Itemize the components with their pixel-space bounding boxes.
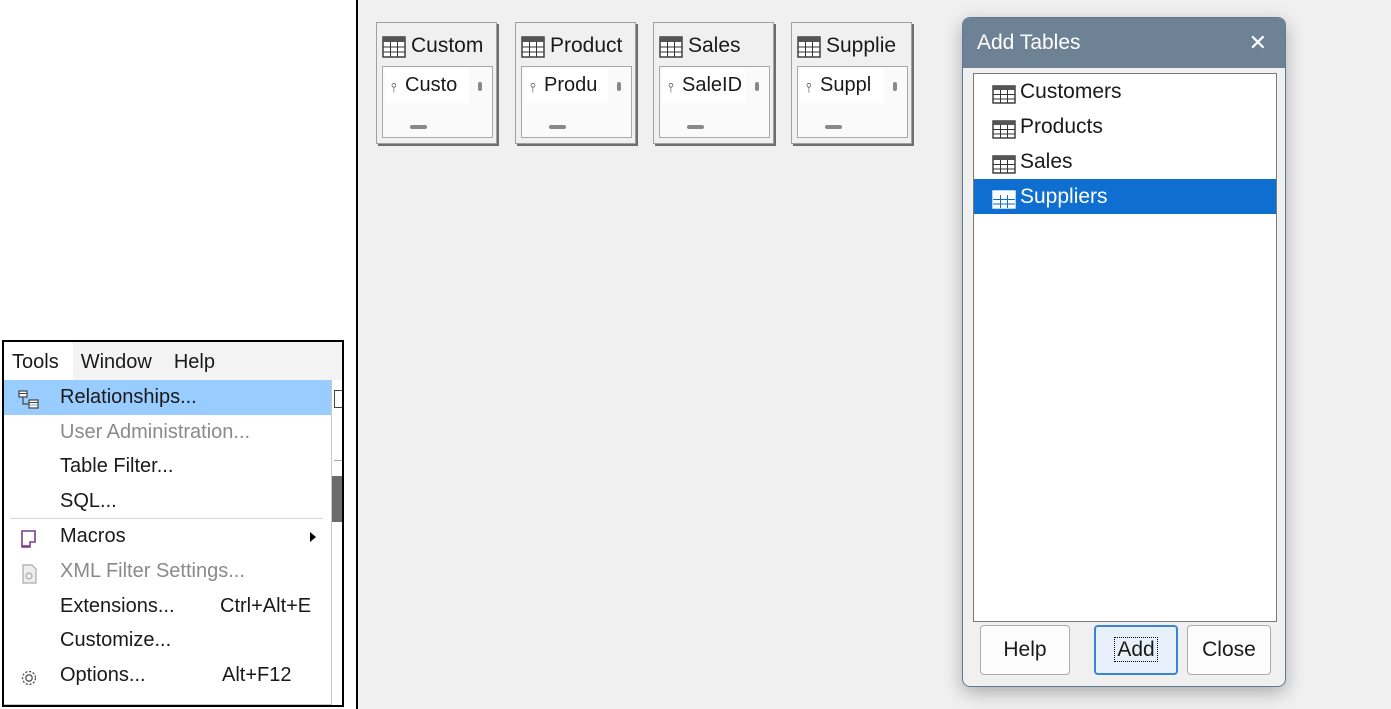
add-button[interactable]: Add [1094, 625, 1178, 675]
tools-menu-panel: Tools Window Help Relationships... User … [2, 340, 344, 707]
macros-icon [18, 526, 40, 549]
menu-item-label: SQL... [60, 489, 117, 512]
table-field-name: Custo [405, 74, 458, 96]
menu-item-label: Relationships... [60, 386, 197, 408]
table-field-list[interactable]: ⫯ SaleID [659, 66, 770, 138]
dialog-title: Add Tables [977, 31, 1081, 54]
vertical-scrollbar-thumb[interactable] [478, 82, 482, 91]
menu-item-label: User Administration... [60, 420, 251, 443]
close-icon[interactable]: ✕ [1249, 18, 1267, 68]
table-widget-title[interactable]: Custom [381, 29, 494, 63]
help-button[interactable]: Help [980, 625, 1070, 675]
table-field-row[interactable]: ⫯ Suppl [800, 69, 884, 103]
menu-item-table-filter[interactable]: Table Filter... [4, 449, 331, 484]
table-widget-name: Supplie [826, 34, 897, 57]
table-field-name: SaleID [682, 74, 743, 96]
horizontal-scrollbar-thumb[interactable] [410, 125, 427, 129]
table-icon [992, 151, 1016, 174]
table-field-name: Suppl [820, 74, 872, 96]
dialog-titlebar[interactable]: Add Tables [963, 18, 1285, 68]
vertical-scrollbar-thumb[interactable] [755, 82, 759, 91]
menubar-help[interactable]: Help [166, 342, 229, 380]
table-icon [659, 35, 683, 58]
table-field-list[interactable]: ⫯ Suppl [797, 66, 908, 138]
table-field-list[interactable]: ⫯ Custo [382, 66, 493, 138]
menu-item-options[interactable]: Options... Alt+F12 [4, 658, 331, 693]
menubar-tools[interactable]: Tools [4, 342, 73, 380]
list-item-label: Sales [1020, 150, 1073, 173]
table-widget-name: Custom [411, 34, 484, 57]
list-item-sales[interactable]: Sales [974, 144, 1276, 179]
primary-key-icon: ⫯ [530, 80, 536, 95]
table-field-name: Produ [544, 74, 598, 96]
table-widget-title[interactable]: Product [520, 29, 633, 63]
vertical-scrollbar-thumb[interactable] [617, 82, 621, 91]
list-item-customers[interactable]: Customers [974, 74, 1276, 109]
menu-item-label: Options... [60, 663, 146, 686]
table-icon [382, 35, 406, 58]
table-icon [992, 186, 1016, 209]
table-widget-title[interactable]: Supplie [796, 29, 909, 63]
menu-item-relationships[interactable]: Relationships... [4, 380, 331, 415]
menu-item-macros[interactable]: Macros [4, 519, 331, 554]
primary-key-icon: ⫯ [668, 80, 674, 95]
menu-item-customize[interactable]: Customize... [4, 623, 331, 658]
relationships-icon [18, 387, 40, 409]
table-field-list[interactable]: ⫯ Produ [521, 66, 632, 138]
horizontal-scrollbar-thumb[interactable] [825, 125, 842, 129]
list-item-label: Suppliers [1020, 185, 1108, 208]
table-widget-name: Product [550, 34, 623, 57]
menu-item-label: Macros [60, 525, 126, 548]
table-widget-name: Sales [688, 34, 741, 57]
menubar-window[interactable]: Window [73, 342, 166, 380]
list-item-suppliers[interactable]: Suppliers [974, 179, 1276, 214]
list-item-label: Products [1020, 115, 1103, 138]
table-icon [797, 35, 821, 58]
primary-key-icon: ⫯ [391, 80, 397, 95]
primary-key-icon: ⫯ [806, 80, 812, 95]
table-widget-sales[interactable]: Sales ⫯ SaleID [653, 22, 774, 144]
table-field-row[interactable]: ⫯ Produ [524, 69, 608, 103]
table-widget-suppliers[interactable]: Supplie ⫯ Suppl [791, 22, 912, 144]
table-widget-title[interactable]: Sales [658, 29, 771, 63]
submenu-arrow-icon [310, 532, 316, 543]
tools-dropdown-menu: Relationships... User Administration... … [4, 380, 332, 705]
table-widget-products[interactable]: Product ⫯ Produ [515, 22, 636, 144]
menubar: Tools Window Help [4, 342, 342, 380]
table-icon [992, 116, 1016, 139]
table-field-row[interactable]: ⫯ Custo [385, 69, 469, 103]
options-gear-icon [18, 665, 40, 685]
list-item-products[interactable]: Products [974, 109, 1276, 144]
menu-item-xml-filter-settings[interactable]: XML Filter Settings... [4, 554, 331, 589]
add-button-label: Add [1114, 637, 1158, 662]
tables-listbox[interactable]: Customers Products Sales Suppliers [973, 73, 1277, 622]
menu-item-label: Table Filter... [60, 455, 174, 478]
menu-item-sql[interactable]: SQL... [4, 484, 331, 519]
table-field-row[interactable]: ⫯ SaleID [662, 69, 746, 103]
close-button[interactable]: Close [1187, 625, 1271, 675]
menu-item-shortcut: Alt+F12 [222, 663, 292, 686]
menu-item-label: Customize... [60, 629, 172, 652]
menu-item-extensions[interactable]: Extensions... Ctrl+Alt+E [4, 589, 331, 624]
add-tables-dialog: Add Tables ✕ Customers Products Sales Su [962, 17, 1286, 687]
menu-item-label: Extensions... [60, 594, 175, 617]
horizontal-scrollbar-thumb[interactable] [549, 125, 566, 129]
horizontal-scrollbar-thumb[interactable] [687, 125, 704, 129]
table-icon [992, 81, 1016, 104]
table-widget-customers[interactable]: Custom ⫯ Custo [376, 22, 497, 144]
list-item-label: Customers [1020, 80, 1122, 103]
xml-filter-icon [18, 561, 40, 584]
vertical-scrollbar-thumb[interactable] [893, 82, 897, 91]
menu-item-user-administration[interactable]: User Administration... [4, 415, 331, 450]
menu-item-label: XML Filter Settings... [60, 559, 245, 582]
menu-item-shortcut: Ctrl+Alt+E [220, 594, 312, 617]
table-icon [521, 35, 545, 58]
